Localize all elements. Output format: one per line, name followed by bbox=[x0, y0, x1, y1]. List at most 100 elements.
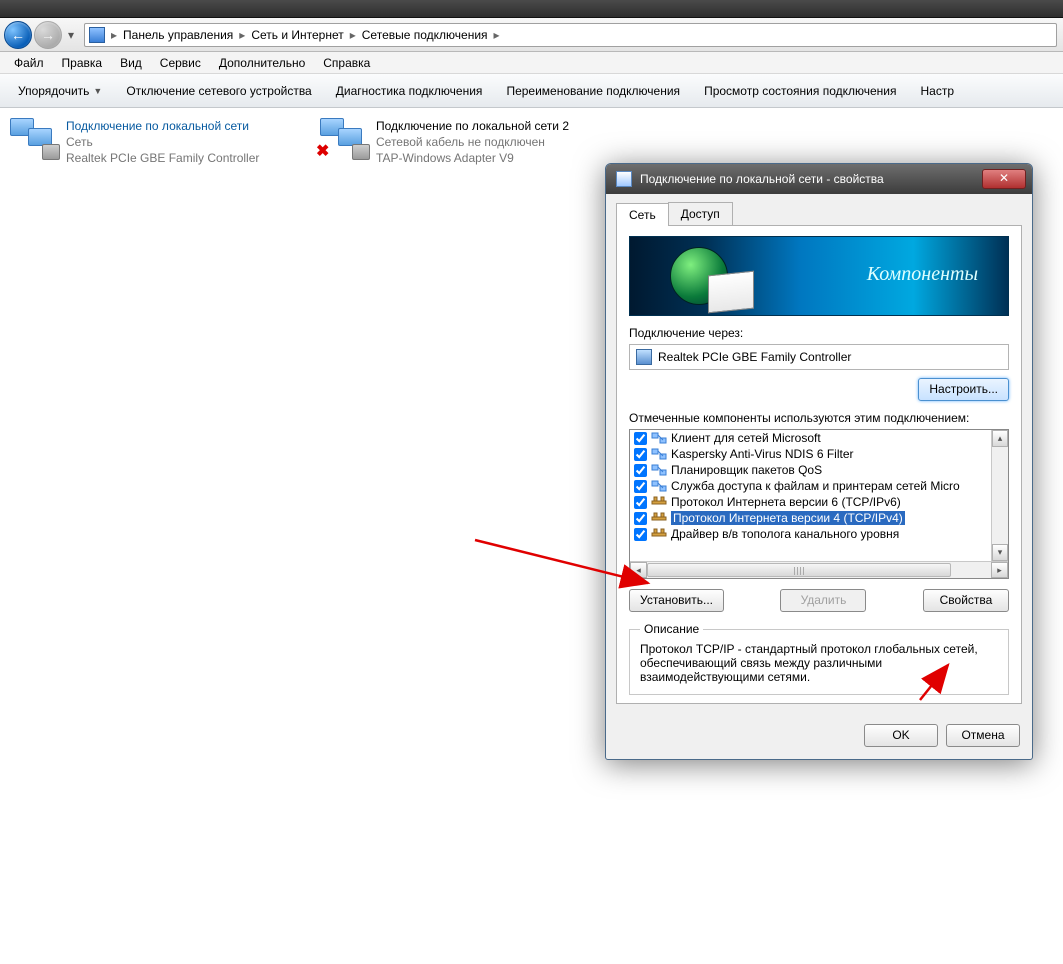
service-icon bbox=[651, 431, 667, 445]
menu-tools[interactable]: Сервис bbox=[152, 54, 209, 72]
scroll-thumb[interactable] bbox=[647, 563, 951, 577]
menu-help[interactable]: Справка bbox=[315, 54, 378, 72]
components-banner: Компоненты bbox=[629, 236, 1009, 316]
components-listbox[interactable]: Клиент для сетей Microsoft Kaspersky Anti… bbox=[629, 429, 1009, 579]
component-item[interactable]: Kaspersky Anti-Virus NDIS 6 Filter bbox=[630, 446, 1008, 462]
service-icon bbox=[651, 479, 667, 493]
cancel-button[interactable]: Отмена bbox=[946, 724, 1020, 747]
tab-page-network: Компоненты Подключение через: Realtek PC… bbox=[616, 226, 1022, 704]
back-button[interactable]: ← bbox=[4, 21, 32, 49]
description-text: Протокол TCP/IP - стандартный протокол г… bbox=[640, 642, 998, 684]
scroll-right-button[interactable]: ▸ bbox=[991, 562, 1008, 578]
properties-button[interactable]: Свойства bbox=[923, 589, 1009, 612]
component-checkbox[interactable] bbox=[634, 480, 647, 493]
menu-file[interactable]: Файл bbox=[6, 54, 52, 72]
component-label: Kaspersky Anti-Virus NDIS 6 Filter bbox=[671, 447, 854, 461]
connection-adapter: TAP-Windows Adapter V9 bbox=[376, 150, 569, 166]
connection-text: Подключение по локальной сети 2 Сетевой … bbox=[376, 118, 569, 167]
install-button[interactable]: Установить... bbox=[629, 589, 724, 612]
scroll-up-button[interactable]: ▴ bbox=[992, 430, 1008, 447]
component-checkbox[interactable] bbox=[634, 448, 647, 461]
navigation-bar: ← → ▾ ▸ Панель управления ▸ Сеть и Интер… bbox=[0, 18, 1063, 52]
browser-titlebar bbox=[0, 0, 1063, 18]
forward-button[interactable]: → bbox=[34, 21, 62, 49]
rename-button[interactable]: Переименование подключения bbox=[496, 80, 690, 102]
protocol-icon bbox=[651, 511, 667, 525]
connection-text: Подключение по локальной сети Сеть Realt… bbox=[66, 118, 259, 167]
dialog-title: Подключение по локальной сети - свойства bbox=[640, 172, 974, 186]
settings-button[interactable]: Настр bbox=[911, 80, 965, 102]
adapter-name: Realtek PCIe GBE Family Controller bbox=[658, 350, 851, 364]
components-label: Отмеченные компоненты используются этим … bbox=[629, 411, 1009, 425]
component-label: Клиент для сетей Microsoft bbox=[671, 431, 821, 445]
component-item[interactable]: Протокол Интернета версии 6 (TCP/IPv6) bbox=[630, 494, 1008, 510]
description-group: Описание Протокол TCP/IP - стандартный п… bbox=[629, 622, 1009, 695]
history-dropdown[interactable]: ▾ bbox=[64, 21, 78, 49]
component-checkbox[interactable] bbox=[634, 512, 647, 525]
service-icon bbox=[651, 447, 667, 461]
connect-via-label: Подключение через: bbox=[629, 326, 1009, 340]
dialog-icon bbox=[616, 171, 632, 187]
breadcrumb-item[interactable]: Сеть и Интернет bbox=[251, 28, 343, 42]
connection-adapter: Realtek PCIe GBE Family Controller bbox=[66, 150, 259, 166]
connection-status: Сетевой кабель не подключен bbox=[376, 134, 569, 150]
connection-item[interactable]: Подключение по локальной сети Сеть Realt… bbox=[6, 114, 306, 171]
chevron-down-icon: ▼ bbox=[93, 86, 102, 96]
adapter-icon bbox=[636, 349, 652, 365]
properties-dialog: Подключение по локальной сети - свойства… bbox=[605, 163, 1033, 760]
error-icon: ✖ bbox=[316, 146, 330, 160]
chevron-right-icon: ▸ bbox=[348, 28, 358, 42]
remove-button[interactable]: Удалить bbox=[780, 589, 866, 612]
organize-label: Упорядочить bbox=[18, 84, 89, 98]
diagnose-button[interactable]: Диагностика подключения bbox=[326, 80, 493, 102]
component-item[interactable]: Клиент для сетей Microsoft bbox=[630, 430, 1008, 446]
breadcrumb-item[interactable]: Панель управления bbox=[123, 28, 233, 42]
component-item[interactable]: Планировщик пакетов QoS bbox=[630, 462, 1008, 478]
component-item[interactable]: Служба доступа к файлам и принтерам сете… bbox=[630, 478, 1008, 494]
menu-advanced[interactable]: Дополнительно bbox=[211, 54, 313, 72]
protocol-icon bbox=[651, 527, 667, 541]
menu-view[interactable]: Вид bbox=[112, 54, 150, 72]
component-label: Служба доступа к файлам и принтерам сете… bbox=[671, 479, 960, 493]
view-status-button[interactable]: Просмотр состояния подключения bbox=[694, 80, 906, 102]
menu-bar: Файл Правка Вид Сервис Дополнительно Спр… bbox=[0, 52, 1063, 74]
breadcrumb-item[interactable]: Сетевые подключения bbox=[362, 28, 488, 42]
adapter-field: Realtek PCIe GBE Family Controller bbox=[629, 344, 1009, 370]
scroll-down-button[interactable]: ▾ bbox=[992, 544, 1008, 561]
component-item[interactable]: Протокол Интернета версии 4 (TCP/IPv4) bbox=[630, 510, 1008, 526]
component-checkbox[interactable] bbox=[634, 528, 647, 541]
connection-title: Подключение по локальной сети 2 bbox=[376, 118, 569, 134]
chevron-right-icon: ▸ bbox=[237, 28, 247, 42]
horizontal-scrollbar[interactable]: ◂ ▸ bbox=[630, 561, 1008, 578]
component-checkbox[interactable] bbox=[634, 432, 647, 445]
component-checkbox[interactable] bbox=[634, 464, 647, 477]
dialog-footer: OK Отмена bbox=[606, 714, 1032, 759]
vertical-scrollbar[interactable]: ▴▾ bbox=[991, 430, 1008, 561]
chevron-right-icon: ▸ bbox=[492, 28, 502, 42]
menu-edit[interactable]: Правка bbox=[54, 54, 111, 72]
service-icon bbox=[651, 463, 667, 477]
tab-access[interactable]: Доступ bbox=[668, 202, 733, 225]
component-label: Протокол Интернета версии 6 (TCP/IPv6) bbox=[671, 495, 901, 509]
tab-network[interactable]: Сеть bbox=[616, 203, 669, 226]
component-label: Планировщик пакетов QoS bbox=[671, 463, 822, 477]
connection-status: Сеть bbox=[66, 134, 259, 150]
scroll-left-button[interactable]: ◂ bbox=[630, 562, 647, 578]
description-legend: Описание bbox=[640, 622, 703, 636]
chevron-right-icon: ▸ bbox=[109, 28, 119, 42]
component-label: Протокол Интернета версии 4 (TCP/IPv4) bbox=[671, 511, 905, 525]
close-button[interactable]: ✕ bbox=[982, 169, 1026, 189]
ok-button[interactable]: OK bbox=[864, 724, 938, 747]
disable-device-button[interactable]: Отключение сетевого устройства bbox=[116, 80, 321, 102]
organize-button[interactable]: Упорядочить ▼ bbox=[8, 80, 112, 102]
dialog-titlebar[interactable]: Подключение по локальной сети - свойства… bbox=[606, 164, 1032, 194]
component-checkbox[interactable] bbox=[634, 496, 647, 509]
location-icon bbox=[89, 27, 105, 43]
breadcrumb[interactable]: ▸ Панель управления ▸ Сеть и Интернет ▸ … bbox=[84, 23, 1057, 47]
protocol-icon bbox=[651, 495, 667, 509]
configure-button[interactable]: Настроить... bbox=[918, 378, 1009, 401]
connection-item[interactable]: ✖ Подключение по локальной сети 2 Сетево… bbox=[316, 114, 616, 171]
component-label: Драйвер в/в тополога канального уровня bbox=[671, 527, 899, 541]
component-item[interactable]: Драйвер в/в тополога канального уровня bbox=[630, 526, 1008, 542]
banner-text: Компоненты bbox=[867, 263, 978, 286]
